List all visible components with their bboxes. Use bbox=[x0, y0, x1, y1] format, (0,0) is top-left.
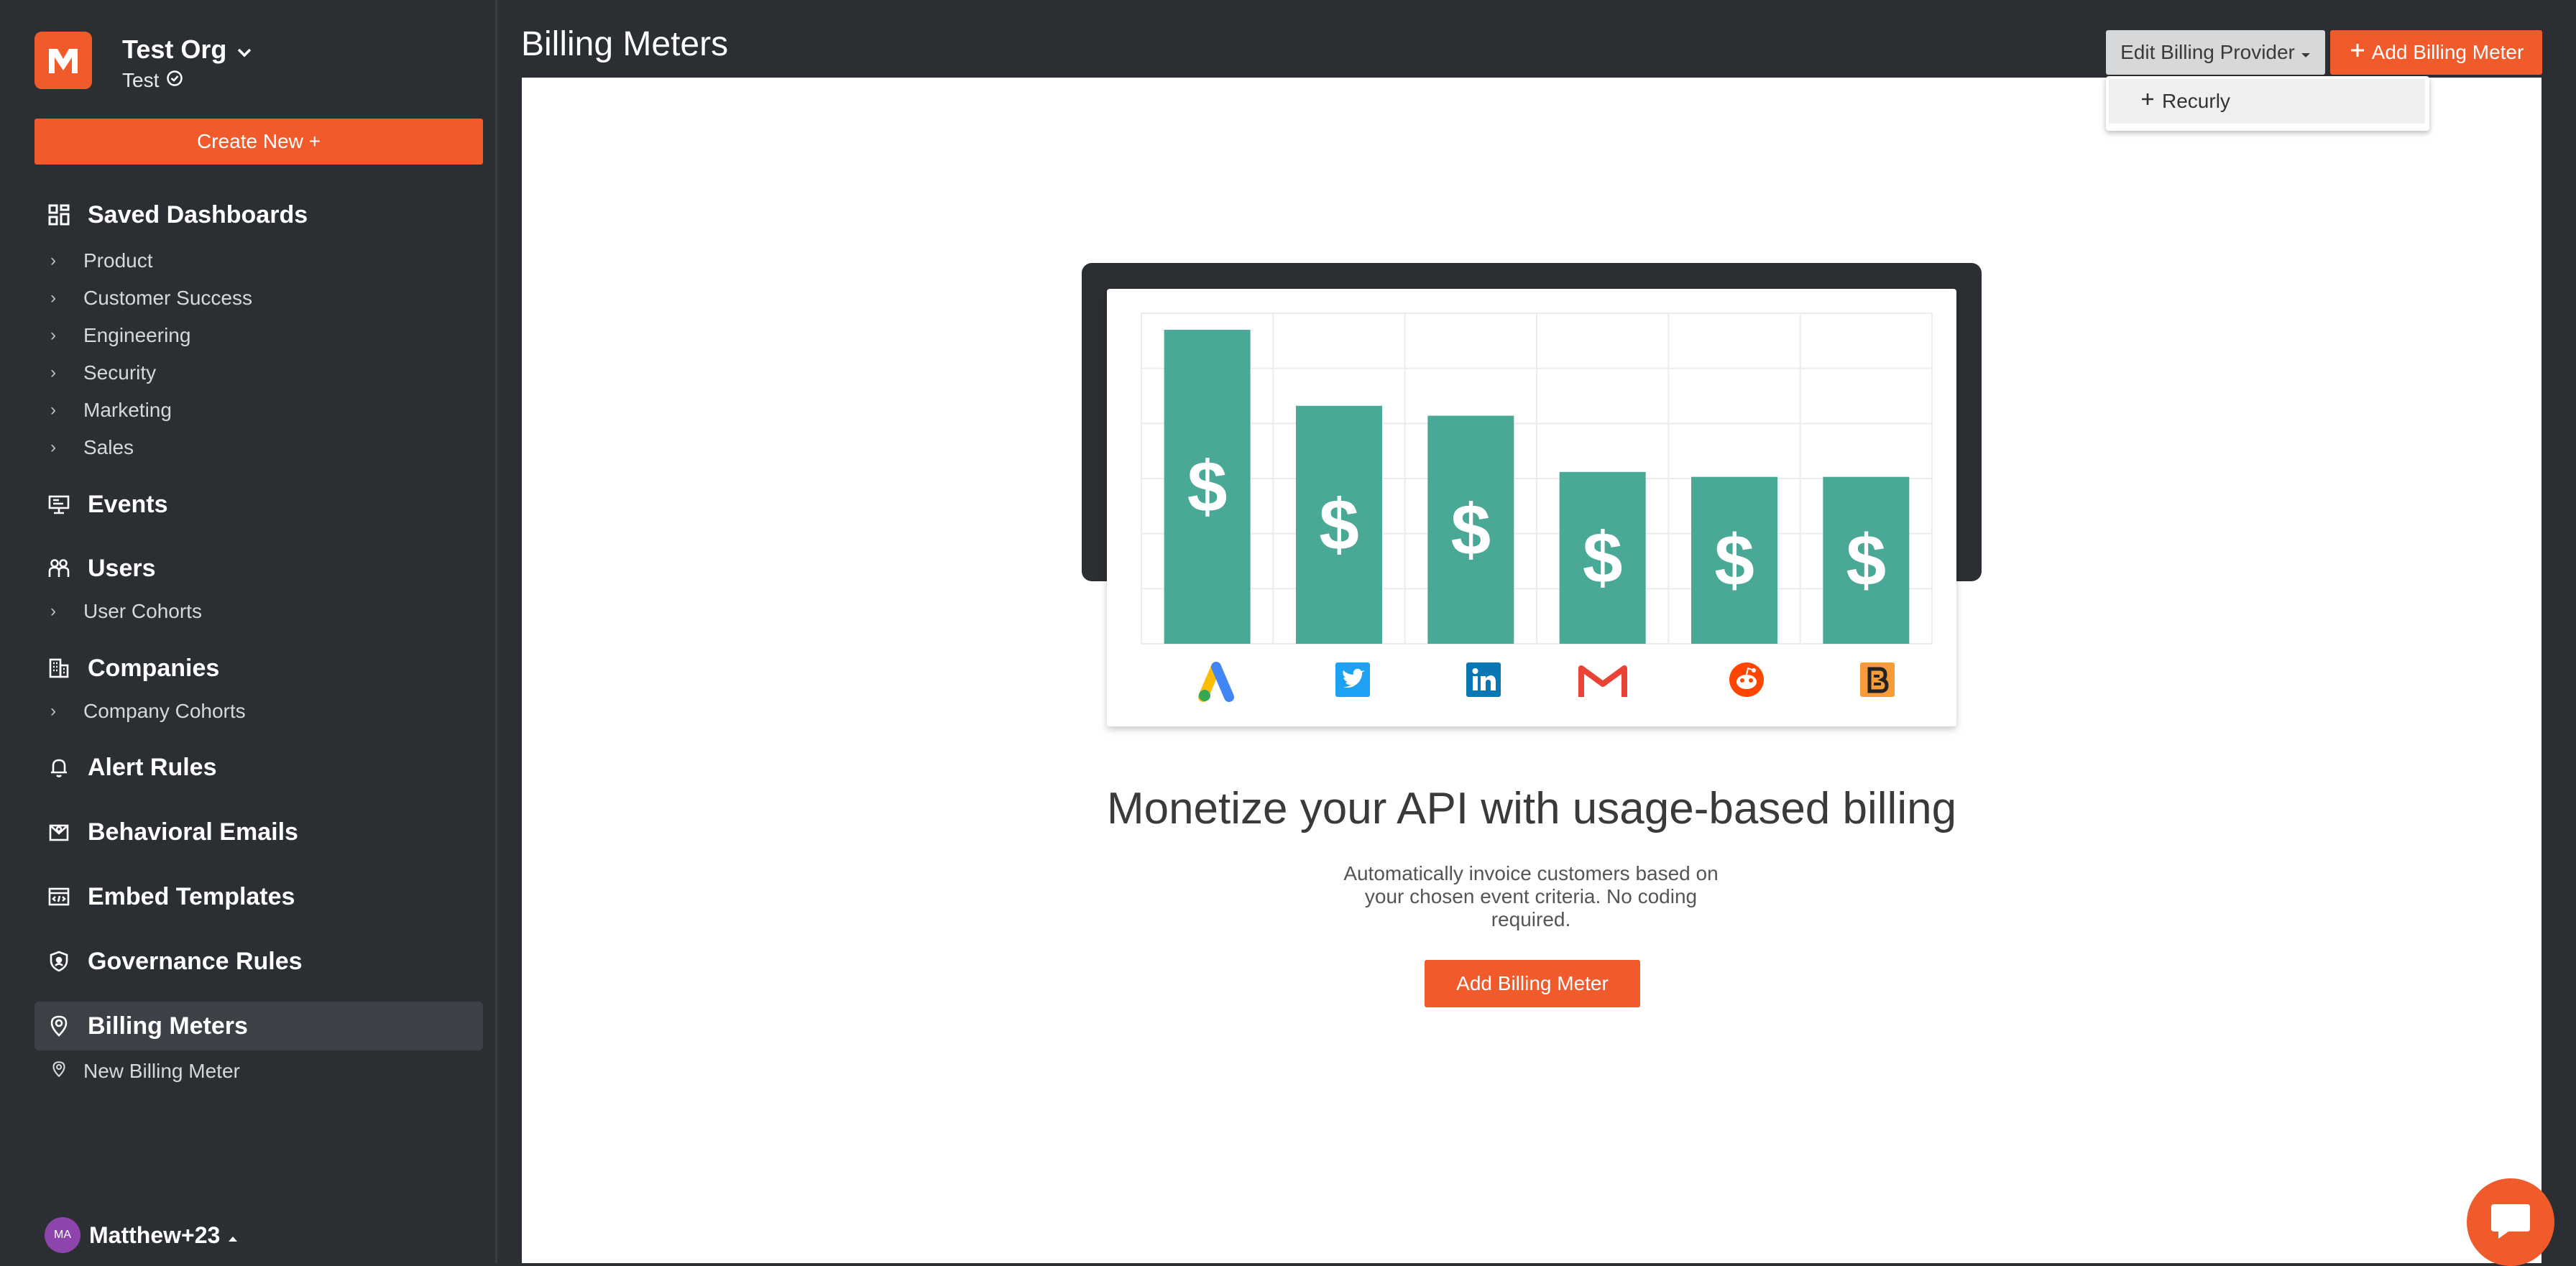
blogger-icon bbox=[1860, 662, 1895, 697]
billing-pin-icon bbox=[50, 1060, 66, 1084]
nav-label: Users bbox=[88, 554, 156, 582]
illustration-card: $ $ $ $ $ $ bbox=[1107, 289, 1956, 726]
nav-label: Behavioral Emails bbox=[88, 818, 298, 846]
email-icon bbox=[46, 819, 72, 845]
sidebar: Test Org Test Create New + Saved Dashboa… bbox=[0, 0, 497, 1263]
sidebar-item-label: Customer Success bbox=[83, 287, 252, 309]
nav-alert-rules[interactable]: Alert Rules bbox=[46, 749, 217, 785]
caret-up-icon bbox=[227, 1222, 239, 1249]
chevron-right-icon: › bbox=[50, 251, 56, 270]
nav-label: Embed Templates bbox=[88, 882, 295, 910]
dollar-sign-label: $ bbox=[1187, 447, 1228, 527]
nav-behavioral-emails[interactable]: Behavioral Emails bbox=[46, 814, 298, 850]
nav-billing-meters[interactable]: Billing Meters bbox=[46, 1008, 248, 1044]
empty-state-headline: Monetize your API with usage-based billi… bbox=[1106, 784, 1957, 833]
nav-label: Saved Dashboards bbox=[88, 200, 308, 228]
sidebar-item-engineering[interactable]: › Engineering bbox=[50, 321, 190, 350]
sidebar-item-security[interactable]: › Security bbox=[50, 359, 156, 387]
sidebar-item-label: Security bbox=[83, 361, 157, 384]
billing-bars-illustration: $ $ $ $ $ $ bbox=[1141, 313, 1933, 702]
avatar: MA bbox=[45, 1217, 80, 1253]
dollar-sign-label: $ bbox=[1451, 489, 1491, 570]
user-name: Matthew+23 bbox=[89, 1221, 221, 1248]
gmail-icon bbox=[1578, 665, 1627, 697]
sidebar-item-label: New Billing Meter bbox=[83, 1060, 240, 1082]
shield-icon bbox=[46, 948, 72, 974]
user-menu[interactable]: MA Matthew+23 bbox=[45, 1217, 239, 1253]
sidebar-item-label: Marketing bbox=[83, 399, 172, 421]
dropdown-item-recurly[interactable]: Recurly bbox=[2109, 79, 2425, 124]
dollar-sign-label: $ bbox=[1714, 520, 1754, 601]
sidebar-item-new-billing-meter[interactable]: New Billing Meter bbox=[50, 1057, 240, 1086]
chevron-right-icon: › bbox=[50, 701, 56, 721]
chat-widget-button[interactable] bbox=[2467, 1178, 2554, 1266]
sidebar-item-label: Sales bbox=[83, 436, 134, 458]
nav-saved-dashboards[interactable]: Saved Dashboards bbox=[46, 197, 308, 233]
chat-bubble-icon bbox=[2488, 1200, 2533, 1245]
create-new-button[interactable]: Create New + bbox=[34, 119, 483, 165]
nav-users[interactable]: Users bbox=[46, 550, 156, 586]
add-billing-meter-cta[interactable]: Add Billing Meter bbox=[1425, 960, 1640, 1007]
sidebar-item-label: User Cohorts bbox=[83, 600, 202, 622]
org-switcher[interactable]: Test Org Test bbox=[34, 32, 252, 92]
reddit-icon bbox=[1729, 662, 1764, 697]
edit-billing-provider-button[interactable]: Edit Billing Provider bbox=[2106, 30, 2325, 75]
nav-events[interactable]: Events bbox=[46, 486, 168, 522]
org-env: Test bbox=[122, 69, 160, 91]
nav-label: Companies bbox=[88, 654, 220, 682]
dollar-sign-label: $ bbox=[1319, 484, 1359, 565]
building-icon bbox=[46, 655, 72, 681]
sidebar-item-label: Company Cohorts bbox=[83, 700, 246, 722]
bell-icon bbox=[46, 754, 72, 780]
button-label: Add Billing Meter bbox=[2371, 41, 2524, 63]
chevron-right-icon: › bbox=[50, 288, 56, 308]
nav-label: Billing Meters bbox=[88, 1012, 248, 1040]
button-label: Edit Billing Provider bbox=[2120, 41, 2295, 63]
nav-embed-templates[interactable]: Embed Templates bbox=[46, 879, 295, 915]
embed-code-icon bbox=[46, 884, 72, 910]
page-title: Billing Meters bbox=[521, 25, 729, 63]
dashboard-grid-icon bbox=[46, 202, 72, 228]
chevron-right-icon: › bbox=[50, 438, 56, 457]
billing-provider-dropdown: Recurly bbox=[2106, 76, 2429, 131]
chevron-right-icon: › bbox=[50, 601, 56, 621]
check-circle-icon bbox=[166, 69, 183, 92]
chevron-down-icon[interactable] bbox=[236, 34, 252, 65]
events-icon bbox=[46, 491, 72, 517]
sidebar-item-company-cohorts[interactable]: › Company Cohorts bbox=[50, 697, 246, 726]
nav-label: Alert Rules bbox=[88, 753, 217, 781]
twitter-icon bbox=[1335, 662, 1370, 697]
caret-down-icon bbox=[2301, 41, 2311, 64]
billing-pin-icon bbox=[46, 1013, 72, 1039]
linkedin-icon bbox=[1466, 662, 1501, 697]
nav-companies[interactable]: Companies bbox=[46, 650, 219, 686]
org-name: Test Org bbox=[122, 34, 227, 64]
sidebar-item-label: Product bbox=[83, 249, 153, 272]
nav-governance-rules[interactable]: Governance Rules bbox=[46, 943, 303, 979]
dollar-sign-label: $ bbox=[1583, 517, 1623, 598]
chevron-right-icon: › bbox=[50, 325, 56, 345]
plus-icon bbox=[2349, 41, 2366, 64]
sidebar-item-sales[interactable]: › Sales bbox=[50, 433, 134, 462]
nav-label: Events bbox=[88, 490, 168, 518]
sidebar-item-product[interactable]: › Product bbox=[50, 246, 153, 275]
users-icon bbox=[46, 555, 72, 581]
chevron-right-icon: › bbox=[50, 400, 56, 420]
plus-icon bbox=[2139, 90, 2156, 113]
add-billing-meter-button[interactable]: Add Billing Meter bbox=[2330, 30, 2542, 75]
sidebar-item-label: Engineering bbox=[83, 324, 191, 346]
sidebar-item-customer-success[interactable]: › Customer Success bbox=[50, 284, 252, 313]
dollar-sign-label: $ bbox=[1846, 520, 1887, 601]
google-ads-icon bbox=[1198, 662, 1234, 702]
sidebar-item-marketing[interactable]: › Marketing bbox=[50, 396, 172, 425]
chevron-right-icon: › bbox=[50, 363, 56, 382]
moesif-logo-icon bbox=[34, 32, 92, 89]
nav-label: Governance Rules bbox=[88, 947, 303, 975]
dropdown-item-label: Recurly bbox=[2162, 90, 2230, 112]
empty-state-description: Automatically invoice customers based on… bbox=[1343, 862, 1719, 930]
sidebar-item-user-cohorts[interactable]: › User Cohorts bbox=[50, 597, 202, 626]
